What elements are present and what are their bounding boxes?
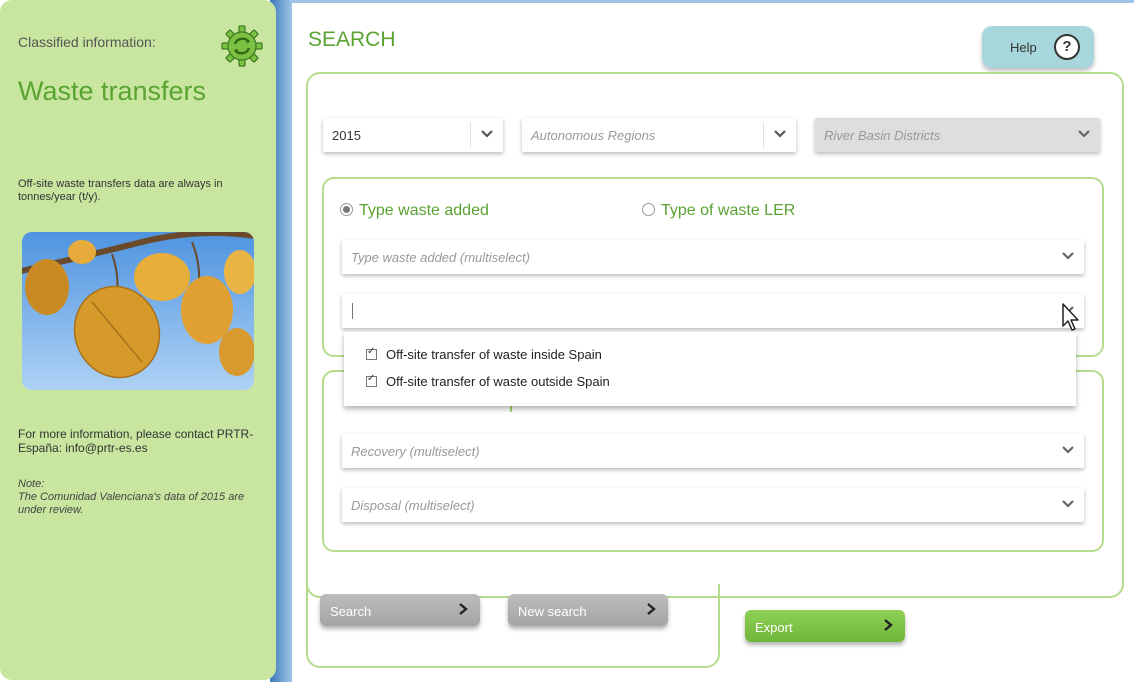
info-sidebar: Classified information: Waste transfers … <box>0 0 276 680</box>
chevron-right-icon <box>647 603 656 615</box>
radio-type-of-waste-ler-label: Type of waste LER <box>661 202 796 219</box>
help-label: Help <box>1010 40 1037 55</box>
radio-unselected-icon <box>642 203 655 216</box>
checkbox-checked-icon[interactable] <box>366 346 377 360</box>
note-text: The Comunidad Valenciana's data of 2015 … <box>18 491 245 516</box>
transfer-location-multiselect[interactable] <box>342 294 1084 328</box>
search-heading: SEARCH <box>308 28 396 51</box>
option-outside-spain-label: Off-site transfer of waste outside Spain <box>386 374 610 389</box>
page-title: Waste transfers <box>18 76 207 106</box>
mouse-cursor-icon <box>1062 303 1079 331</box>
recovery-placeholder: Recovery (multiselect) <box>351 444 480 459</box>
type-waste-added-placeholder: Type waste added (multiselect) <box>351 250 530 265</box>
classified-info-label: Classified information: <box>18 34 156 50</box>
river-basin-placeholder: River Basin Districts <box>824 128 941 143</box>
chevron-down-icon <box>1062 500 1074 508</box>
text-caret <box>352 303 353 319</box>
new-search-button[interactable]: New search <box>508 594 668 626</box>
autonomous-regions-placeholder: Autonomous Regions <box>531 128 656 143</box>
export-button-label: Export <box>755 620 793 635</box>
search-button[interactable]: Search <box>320 594 480 626</box>
chevron-down-icon <box>481 130 493 138</box>
recovery-multiselect[interactable]: Recovery (multiselect) <box>342 434 1084 468</box>
chevron-down-icon <box>1062 252 1074 260</box>
autonomous-regions-select[interactable]: Autonomous Regions <box>522 118 796 152</box>
recycle-gear-icon <box>221 25 263 67</box>
option-inside-spain-label: Off-site transfer of waste inside Spain <box>386 347 602 362</box>
option-outside-spain[interactable]: Off-site transfer of waste outside Spain <box>366 373 610 389</box>
disposal-placeholder: Disposal (multiselect) <box>351 498 475 513</box>
chevron-down-icon <box>774 130 786 138</box>
chevron-right-icon <box>459 603 468 615</box>
units-info-text: Off-site waste transfers data are always… <box>18 178 223 203</box>
transfer-options-dropdown: Off-site transfer of waste inside Spain … <box>344 332 1076 406</box>
new-search-button-label: New search <box>518 604 587 619</box>
chevron-down-icon <box>1078 130 1090 138</box>
export-button[interactable]: Export <box>745 610 905 642</box>
year-select[interactable]: 2015 <box>323 118 503 152</box>
checkbox-checked-icon[interactable] <box>366 373 377 387</box>
chevron-down-icon <box>1062 446 1074 454</box>
radio-type-waste-added-label: Type waste added <box>359 202 489 219</box>
autumn-leaves-photo <box>22 232 254 390</box>
top-border-line <box>290 0 1134 3</box>
help-button[interactable]: Help ? <box>982 26 1094 68</box>
type-waste-added-multiselect[interactable]: Type waste added (multiselect) <box>342 240 1084 274</box>
disposal-multiselect[interactable]: Disposal (multiselect) <box>342 488 1084 522</box>
radio-type-waste-added[interactable]: Type waste added <box>340 202 489 220</box>
contact-info-text: For more information, please contact PRT… <box>18 427 254 455</box>
year-select-value: 2015 <box>332 128 361 143</box>
question-icon: ? <box>1054 34 1080 60</box>
radio-selected-icon <box>340 203 353 216</box>
option-inside-spain[interactable]: Off-site transfer of waste inside Spain <box>366 346 602 362</box>
chevron-right-icon <box>884 619 893 631</box>
search-button-label: Search <box>330 604 372 619</box>
radio-type-of-waste-ler[interactable]: Type of waste LER <box>642 202 795 220</box>
note-label: Note: <box>18 478 45 490</box>
river-basin-districts-select[interactable]: River Basin Districts <box>815 118 1100 152</box>
